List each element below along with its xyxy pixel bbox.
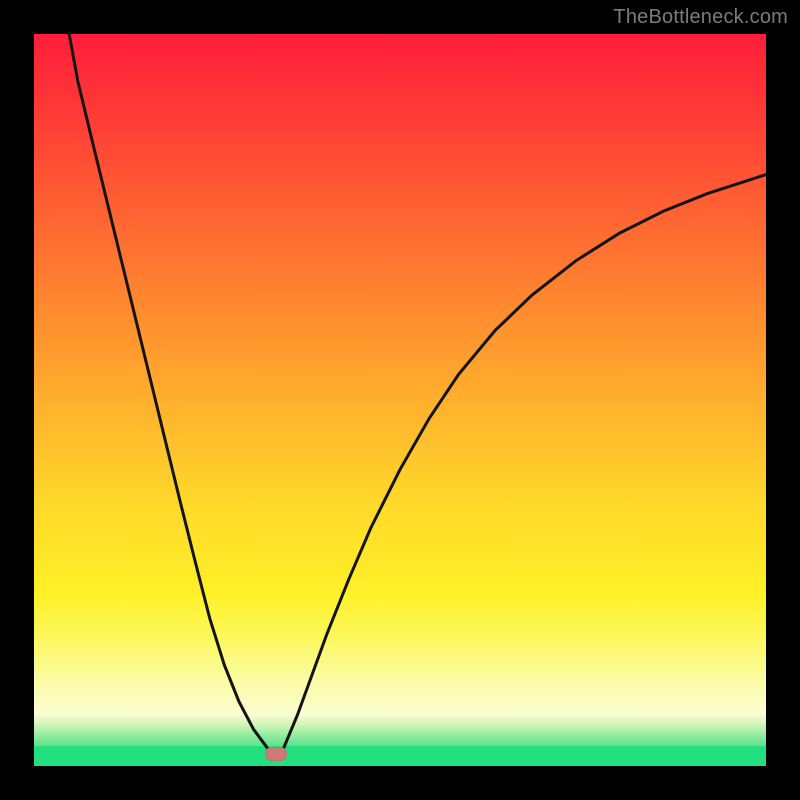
watermark-text: TheBottleneck.com xyxy=(613,6,788,29)
gradient-yellow xyxy=(34,594,766,714)
gradient-light-green xyxy=(34,714,766,746)
gradient-green xyxy=(34,746,766,766)
gradient-red-orange xyxy=(34,34,766,594)
chart-frame: TheBottleneck.com xyxy=(0,0,800,800)
plot-area xyxy=(34,34,766,766)
optimal-point-marker xyxy=(265,747,287,761)
